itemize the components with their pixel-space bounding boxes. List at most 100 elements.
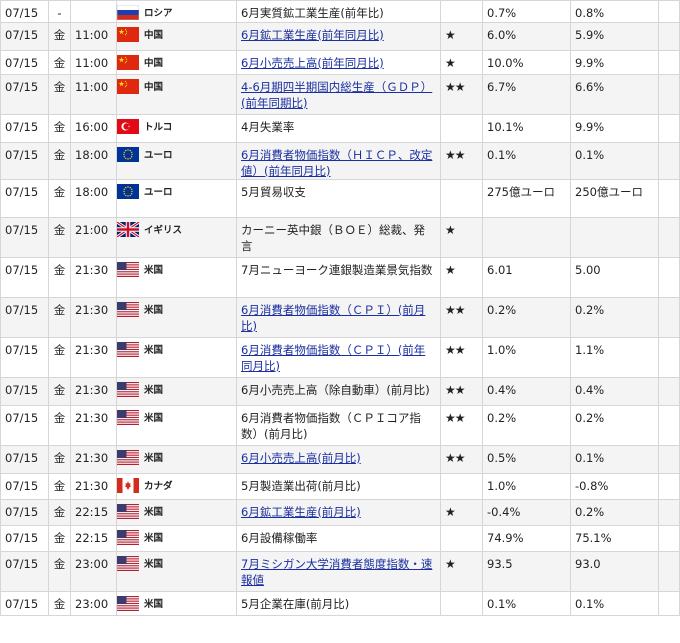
previous-value: 1.0% (482, 473, 571, 500)
event-cell: 6月小売売上高(前月比) (236, 445, 441, 474)
country-cell: ユーロ (116, 142, 237, 180)
event-cell: 5月企業在庫(前月比) (236, 591, 441, 616)
country-cell: 中国 (116, 50, 237, 75)
event-cell: 4-6月期四半期国内総生産（ＧＤＰ）(前年同期比) (236, 74, 441, 115)
country-cell: 米国 (116, 499, 237, 526)
day-cell: 金 (48, 377, 71, 406)
result-value (658, 114, 680, 143)
date-cell: 07/15 (0, 473, 49, 500)
us-flag-icon (117, 504, 139, 519)
time-cell: 21:30 (70, 377, 117, 406)
event-cell: 6月小売売上高（除自動車）(前月比) (236, 377, 441, 406)
country-label: 中国 (144, 30, 164, 41)
forecast-value: 0.2% (570, 499, 659, 526)
country-label: 米国 (144, 599, 164, 610)
event-cell: 6月小売売上高(前年同月比) (236, 50, 441, 75)
event-link[interactable]: 6月消費者物価指数（ＣＰＩ）(前月比) (241, 303, 425, 333)
forecast-value (570, 217, 659, 258)
previous-value: 10.1% (482, 114, 571, 143)
country-label: 中国 (144, 82, 164, 93)
country-cell: 中国 (116, 22, 237, 51)
country-label: イギリス (144, 225, 183, 236)
previous-value: 74.9% (482, 525, 571, 552)
previous-value: 0.2% (482, 405, 571, 446)
event-cell: 4月失業率 (236, 114, 441, 143)
result-value (658, 50, 680, 75)
previous-value: 6.01 (482, 257, 571, 298)
event-cell: カーニー英中銀（ＢＯＥ）総裁、発言 (236, 217, 441, 258)
economic-calendar-table: 07/15- ロシア 6月実質鉱工業生産(前年比) 0.7% 0.8% 07/15 金 11:… (0, 0, 680, 616)
country-label: トルコ (144, 122, 173, 133)
event-label: 6月実質鉱工業生産(前年比) (241, 6, 384, 20)
event-cell: 5月貿易収支 (236, 179, 441, 218)
event-label: 5月製造業出荷(前月比) (241, 479, 361, 493)
calendar-row: 07/15 金 21:30 米国 6月消費者物価指数（ＣＰＩ）(前月比) ★★ 0.2% 0.… (0, 297, 680, 338)
forecast-value: 0.2% (570, 297, 659, 338)
day-cell: 金 (48, 525, 71, 552)
event-link[interactable]: 4-6月期四半期国内総生産（ＧＤＰ）(前年同期比) (241, 80, 432, 110)
event-link[interactable]: 6月消費者物価指数（ＣＰＩ）(前年同月比) (241, 343, 425, 373)
event-cell: 5月製造業出荷(前月比) (236, 473, 441, 500)
calendar-row: 07/15 金 18:00 ユーロ 6月消費者物価指数（ＨＩＣＰ、改定値）(前年同月比)… (0, 142, 680, 180)
importance-stars: ★★ (440, 405, 483, 446)
day-cell: 金 (48, 499, 71, 526)
calendar-row: 07/15 金 22:15 米国 6月鉱工業生産(前月比) ★ -0.4% 0.2% (0, 499, 680, 526)
russia-flag-icon (116, 4, 140, 21)
event-link[interactable]: 6月消費者物価指数（ＨＩＣＰ、改定値）(前年同月比) (241, 148, 432, 178)
country-cell: 米国 (116, 337, 237, 378)
previous-value: 0.7% (482, 0, 571, 23)
importance-stars (440, 179, 483, 218)
importance-stars: ★ (440, 499, 483, 526)
result-value (658, 591, 680, 616)
result-value (658, 551, 680, 592)
event-link[interactable]: 7月ミシガン大学消費者態度指数・速報値 (241, 557, 432, 587)
importance-stars (440, 0, 483, 23)
event-link[interactable]: 6月鉱工業生産(前月比) (241, 505, 361, 519)
date-cell: 07/15 (0, 445, 49, 474)
calendar-row: 07/15 金 21:30 米国 6月小売売上高（除自動車）(前月比) ★★ 0.4% 0.4… (0, 377, 680, 406)
previous-value: 1.0% (482, 337, 571, 378)
previous-value: 275億ユーロ (482, 179, 571, 218)
country-label: 米国 (144, 413, 164, 424)
event-cell: 6月消費者物価指数（ＨＩＣＰ、改定値）(前年同月比) (236, 142, 441, 180)
calendar-row: 07/15 金 11:00 中国 6月鉱工業生産(前年同月比) ★ 6.0% 5.9% (0, 22, 680, 51)
importance-stars: ★★ (440, 142, 483, 180)
event-link[interactable]: 6月小売売上高(前年同月比) (241, 56, 384, 70)
importance-stars (440, 525, 483, 552)
event-link[interactable]: 6月鉱工業生産(前年同月比) (241, 28, 384, 42)
china-flag-icon (117, 79, 139, 94)
country-label: 米国 (144, 559, 164, 570)
time-cell: 18:00 (70, 179, 117, 218)
us-flag-icon (117, 302, 139, 317)
day-cell: 金 (48, 142, 71, 180)
date-cell: 07/15 (0, 50, 49, 75)
calendar-row: 07/15 金 21:30 米国 6月小売売上高(前月比) ★★ 0.5% 0.1% (0, 445, 680, 474)
event-label: 5月貿易収支 (241, 185, 306, 199)
event-label: 4月失業率 (241, 120, 295, 134)
event-label: カーニー英中銀（ＢＯＥ）総裁、発言 (241, 223, 425, 253)
us-flag-icon (117, 596, 139, 611)
result-value (658, 217, 680, 258)
result-value (658, 142, 680, 180)
event-link[interactable]: 6月小売売上高(前月比) (241, 451, 361, 465)
date-cell: 07/15 (0, 499, 49, 526)
country-cell: 米国 (116, 257, 237, 298)
previous-value: 0.1% (482, 591, 571, 616)
calendar-row: 07/15 金 21:30 米国 6月消費者物価指数（ＣＰＩコア指数）(前月比) ★★ 0.… (0, 405, 680, 446)
result-value (658, 377, 680, 406)
country-label: 米国 (144, 533, 164, 544)
time-cell: 21:00 (70, 217, 117, 258)
calendar-row: 07/15 金 18:00 ユーロ 5月貿易収支 275億ユーロ 250億ユーロ (0, 179, 680, 218)
china-flag-icon (117, 27, 139, 42)
time-cell: 21:30 (70, 473, 117, 500)
importance-stars: ★ (440, 50, 483, 75)
previous-value: 0.4% (482, 377, 571, 406)
importance-stars: ★ (440, 257, 483, 298)
country-cell: トルコ (116, 114, 237, 143)
event-label: 6月小売売上高（除自動車）(前月比) (241, 383, 430, 397)
time-cell: 23:00 (70, 551, 117, 592)
result-value (658, 405, 680, 446)
importance-stars: ★ (440, 22, 483, 51)
forecast-value: 9.9% (570, 114, 659, 143)
day-cell: 金 (48, 217, 71, 258)
